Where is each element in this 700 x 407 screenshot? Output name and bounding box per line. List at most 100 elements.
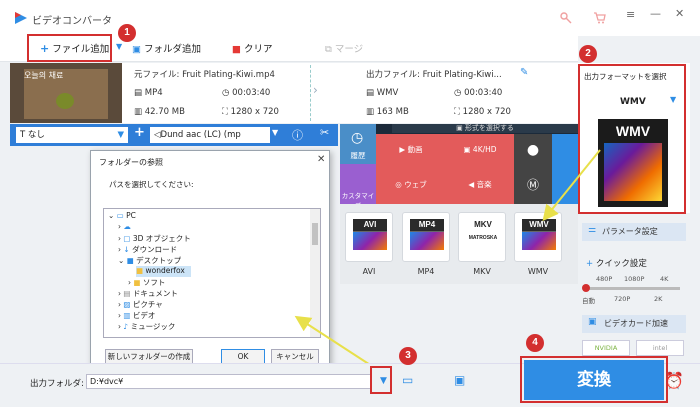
- info-icon[interactable]: ⓘ: [292, 127, 303, 143]
- dialog-close-icon[interactable]: ✕: [317, 154, 325, 165]
- tile-music[interactable]: ◀ 音楽: [446, 166, 514, 204]
- tree-scrollbar[interactable]: [310, 209, 320, 337]
- cart-icon[interactable]: [593, 12, 606, 24]
- video-icon: ▥: [123, 311, 131, 320]
- tree-scrollbar-thumb[interactable]: [312, 223, 318, 245]
- clear-button[interactable]: ■ クリア: [232, 41, 273, 55]
- merge-button[interactable]: ⧉ マージ: [325, 41, 363, 55]
- format-mkv-label: MKV: [473, 267, 491, 276]
- output-duration-value: 00:03:40: [464, 88, 503, 98]
- format-banner: ▣ 形式を選択する: [392, 124, 578, 133]
- gpu-acceleration-button[interactable]: ビデオカード加速: [582, 315, 686, 333]
- intel-badge: intel: [636, 340, 684, 356]
- format-banner-text: 形式を選択する: [464, 124, 514, 132]
- format-category-panel: ▣ 形式を選択する 履歴 ◷ ▶ 動画 ▣ 4K/HD ● カスタマイズ ◎ ウ…: [340, 124, 578, 210]
- tile-4khd[interactable]: ▣ 4K/HD: [446, 134, 514, 166]
- trash-icon: ■: [232, 44, 241, 55]
- tree-item-downloads[interactable]: › ↓ ダウンロード: [118, 244, 177, 255]
- tree-item-videos[interactable]: › ▥ ビデオ: [118, 310, 155, 321]
- clock-icon: ◷: [222, 88, 230, 98]
- file-size-icon: ▥: [366, 107, 375, 117]
- folder-tree[interactable]: ⌄ ▭ PC › ☁ › ▢ 3D オブジェクト › ↓ ダウンロード ⌄ ■ …: [103, 208, 321, 338]
- tile-android[interactable]: [552, 134, 578, 166]
- tree-item-pictures[interactable]: › ▨ ピクチャ: [118, 299, 163, 310]
- highlight-folder-dropdown: [370, 366, 392, 394]
- minimize-icon[interactable]: —: [650, 7, 661, 20]
- video-thumbnail[interactable]: 오늘의 채료: [10, 63, 122, 123]
- tree-item-pc[interactable]: ⌄ ▭ PC: [108, 211, 136, 222]
- source-duration-value: 00:03:40: [232, 88, 271, 98]
- tree-item-documents[interactable]: › ▤ ドキュメント: [118, 288, 178, 299]
- source-size-value: 42.70 MB: [144, 107, 185, 117]
- audio-select[interactable]: ◁Dund aac (LC) (mp: [150, 127, 270, 143]
- tree-label-pc: PC: [126, 211, 136, 220]
- tree-item-soft[interactable]: › ■ ソフト: [128, 277, 165, 288]
- audio-dropdown-icon[interactable]: ▼: [272, 128, 278, 137]
- tree-item-cloud[interactable]: › ☁: [118, 222, 131, 233]
- param-settings-label: パラメータ設定: [602, 227, 658, 236]
- document-icon: ▤: [123, 289, 131, 298]
- format-wmv[interactable]: WMV: [514, 212, 562, 262]
- tile-music-label: 音楽: [476, 180, 492, 189]
- key-icon[interactable]: [560, 12, 572, 24]
- highlight-convert: [520, 356, 668, 403]
- add-folder-button[interactable]: ▣ フォルダ追加: [132, 41, 201, 55]
- edit-name-icon[interactable]: ✎: [520, 67, 528, 78]
- format-mkv-sub: MATROSKA: [468, 235, 498, 241]
- ok-button[interactable]: OK: [221, 349, 265, 364]
- chrome-icon: ◎: [395, 180, 402, 189]
- format-mp4-code: MP4: [410, 219, 444, 232]
- format-wmv-code: WMV: [522, 219, 556, 232]
- tile-lg[interactable]: [552, 166, 578, 204]
- tree-label-desktop: デスクトップ: [136, 256, 182, 265]
- app-title: ビデオコンバータ: [32, 16, 112, 27]
- tile-web[interactable]: ◎ ウェブ: [376, 166, 446, 204]
- menu-icon[interactable]: ≡: [626, 8, 635, 21]
- tile-custom[interactable]: カスタマイズ: [340, 164, 376, 210]
- quick-icon: +: [586, 259, 594, 269]
- quick-settings-label: + クイック設定: [586, 257, 647, 269]
- add-folder-label: フォルダ追加: [144, 44, 202, 55]
- source-format: ▤ MP4: [134, 88, 163, 98]
- format-mkv-code: MKV: [466, 219, 500, 231]
- tree-label-documents: ドキュメント: [132, 289, 178, 298]
- scissors-icon[interactable]: ✂: [320, 126, 329, 139]
- download-icon: ↓: [123, 245, 130, 254]
- quality-slider-handle[interactable]: [582, 284, 590, 292]
- quality-slider[interactable]: [584, 287, 680, 290]
- title-bar: ビデオコンバータ ≡ — ✕: [0, 0, 700, 36]
- parameter-settings-button[interactable]: パラメータ設定: [582, 223, 686, 241]
- tree-item-3d[interactable]: › ▢ 3D オブジェクト: [118, 233, 191, 244]
- output-folder-input[interactable]: D:¥dvc¥: [86, 374, 372, 389]
- format-avi-label: AVI: [362, 267, 376, 276]
- source-resolution: ⛶ 1280 x 720: [222, 107, 279, 117]
- tree-item-desktop[interactable]: ⌄ ■ デスクトップ: [118, 255, 181, 266]
- subtitle-select[interactable]: T なし ▼: [16, 127, 128, 143]
- close-icon[interactable]: ✕: [675, 7, 684, 20]
- video-format-icon: ▤: [134, 88, 143, 98]
- apple-icon[interactable]: ●: [514, 134, 552, 166]
- open-folder-icon[interactable]: ▭: [402, 373, 413, 387]
- tree-item-wonderfox[interactable]: ■ wonderfox: [136, 266, 191, 277]
- format-mkv[interactable]: MKV MATROSKA: [458, 212, 506, 262]
- film-icon: [522, 232, 556, 250]
- cube-icon: ▢: [123, 234, 131, 243]
- folder-icon: ■: [136, 266, 144, 275]
- output-size-value: 163 MB: [376, 107, 409, 117]
- settings-sliders-icon: ⚌: [588, 225, 597, 235]
- film-icon: [353, 232, 387, 250]
- format-avi[interactable]: AVI: [345, 212, 393, 262]
- badge-2: 2: [579, 45, 597, 63]
- motorola-icon[interactable]: Ⓜ: [514, 166, 552, 204]
- add-subtitle-icon[interactable]: +: [134, 125, 145, 140]
- tree-item-music[interactable]: › ♪ ミュージック: [118, 321, 175, 332]
- format-mp4[interactable]: MP4: [402, 212, 450, 262]
- new-folder-button[interactable]: 新しいフォルダーの作成(N): [105, 349, 193, 374]
- import-icon[interactable]: ▣: [454, 373, 465, 387]
- film-icon: [410, 232, 444, 250]
- add-file-dropdown-icon[interactable]: ▼: [116, 42, 122, 51]
- dialog-cancel-button[interactable]: キャンセル: [271, 349, 319, 364]
- thumbnail-caption: 오늘의 채료: [24, 71, 64, 80]
- badge-4: 4: [526, 334, 544, 352]
- tile-video[interactable]: ▶ 動画: [376, 134, 446, 166]
